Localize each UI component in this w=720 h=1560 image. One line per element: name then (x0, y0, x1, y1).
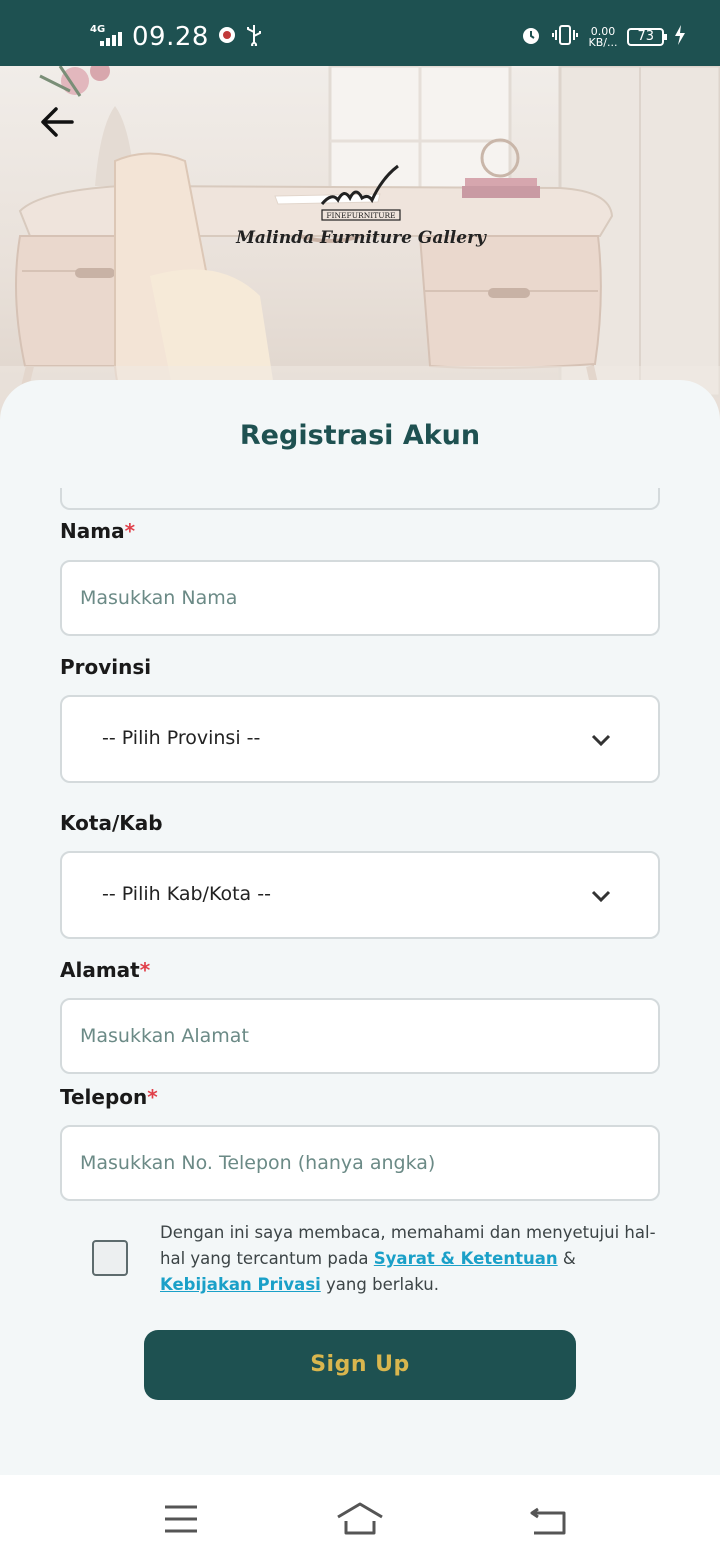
usb-icon (245, 24, 263, 51)
home-icon (337, 1502, 383, 1535)
alamat-input[interactable] (60, 998, 660, 1074)
vibrate-icon (552, 24, 579, 50)
menu-button[interactable] (155, 1499, 205, 1539)
signal-icon: 4G (90, 24, 124, 50)
alamat-label: Alamat* (60, 958, 151, 982)
navigation-bar (0, 1475, 720, 1560)
brand-name: Malinda Furniture Gallery (236, 228, 486, 248)
alarm-icon (520, 24, 542, 50)
nama-label: Nama* (60, 519, 136, 543)
provinsi-select[interactable]: -- Pilih Provinsi -- (60, 695, 660, 783)
telepon-input[interactable] (60, 1125, 660, 1201)
charging-icon (674, 25, 686, 49)
signup-button[interactable]: Sign Up (144, 1330, 576, 1400)
clock: 09.28 (132, 22, 209, 52)
kota-selected-value: -- Pilih Kab/Kota -- (102, 883, 271, 905)
telepon-label: Telepon* (60, 1085, 158, 1109)
terms-link[interactable]: Syarat & Ketentuan (374, 1249, 558, 1268)
chevron-down-icon (591, 734, 611, 747)
arrow-left-icon (41, 107, 74, 137)
chevron-down-icon (591, 890, 611, 903)
previous-field-edge (60, 488, 660, 510)
home-button[interactable] (334, 1499, 384, 1539)
battery-indicator: 73 (627, 28, 667, 46)
privacy-link[interactable]: Kebijakan Privasi (160, 1275, 321, 1294)
terms-text: Dengan ini saya membaca, memahami dan me… (160, 1223, 656, 1294)
kota-select[interactable]: -- Pilih Kab/Kota -- (60, 851, 660, 939)
svg-text:FINEFURNITURE: FINEFURNITURE (326, 211, 395, 220)
notification-app-icon (217, 25, 237, 50)
provinsi-selected-value: -- Pilih Provinsi -- (102, 727, 261, 749)
back-icon (530, 1507, 566, 1535)
provinsi-label: Provinsi (60, 655, 152, 679)
back-nav-button[interactable] (526, 1499, 576, 1539)
page-title: Registrasi Akun (239, 420, 481, 451)
brand-logo: FINEFURNITURE Malinda Furniture Gallery (236, 164, 486, 248)
hero-image: FINEFURNITURE Malinda Furniture Gallery (0, 66, 720, 426)
brand-logo-mark: FINEFURNITURE (320, 164, 401, 221)
kota-label: Kota/Kab (60, 811, 163, 835)
status-bar: 4G 09.28 0.00 KB/... 73 (0, 0, 720, 66)
nama-input[interactable] (60, 560, 660, 636)
menu-icon (165, 1505, 197, 1533)
back-button[interactable] (36, 100, 80, 144)
terms-checkbox[interactable] (92, 1240, 128, 1276)
network-speed: 0.00 KB/... (588, 25, 618, 49)
